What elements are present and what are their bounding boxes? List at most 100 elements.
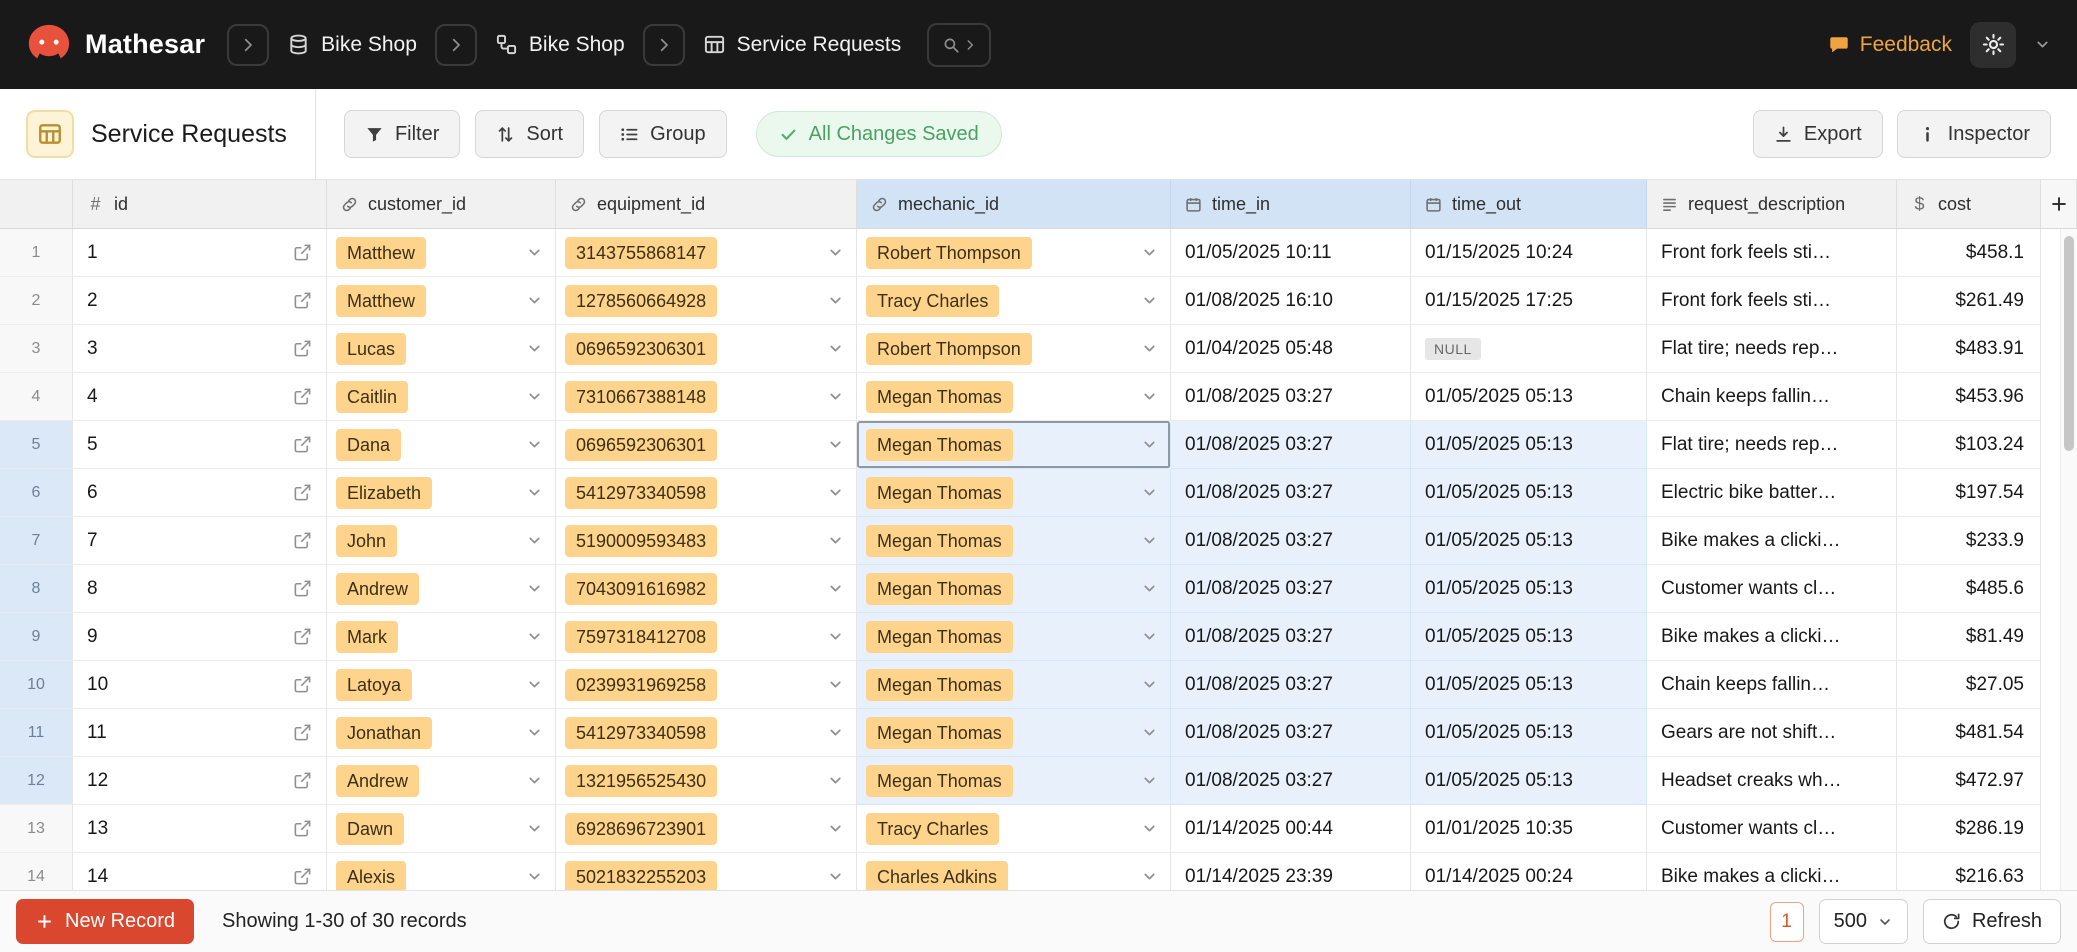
cell-cost[interactable]: $103.24 (1897, 421, 2041, 469)
cell-time_out[interactable]: 01/05/2025 05:13 (1411, 373, 1647, 421)
chevron-down-icon[interactable] (827, 436, 844, 453)
cell-cost[interactable]: $453.96 (1897, 373, 2041, 421)
column-header-equipment_id[interactable]: equipment_id (556, 180, 857, 228)
column-header-mechanic_id[interactable]: mechanic_id (857, 180, 1171, 228)
column-header-time_in[interactable]: time_in (1171, 180, 1411, 228)
chevron-down-icon[interactable] (1141, 340, 1158, 357)
chevron-down-icon[interactable] (827, 244, 844, 261)
chevron-down-icon[interactable] (1141, 388, 1158, 405)
cell-customer_id[interactable]: Lucas (327, 325, 556, 373)
cell-id[interactable]: 8 (73, 565, 327, 613)
inspector-button[interactable]: Inspector (1897, 110, 2051, 158)
cell-time_out[interactable]: 01/05/2025 05:13 (1411, 565, 1647, 613)
filter-button[interactable]: Filter (344, 110, 460, 158)
chevron-down-icon[interactable] (827, 772, 844, 789)
row-number[interactable]: 7 (0, 517, 73, 565)
cell-time_in[interactable]: 01/08/2025 03:27 (1171, 421, 1411, 469)
settings-caret-icon[interactable] (2034, 36, 2051, 53)
cell-mechanic_id[interactable]: Megan Thomas (857, 421, 1171, 469)
chevron-down-icon[interactable] (1141, 820, 1158, 837)
cell-request-description[interactable]: Customer wants cl… (1647, 805, 1897, 853)
export-button[interactable]: Export (1753, 110, 1883, 158)
cell-cost[interactable]: $485.6 (1897, 565, 2041, 613)
cell-time_out[interactable]: 01/05/2025 05:13 (1411, 421, 1647, 469)
cell-request-description[interactable]: Electric bike batter… (1647, 469, 1897, 517)
cell-request-description[interactable]: Headset creaks wh… (1647, 757, 1897, 805)
cell-equipment_id[interactable]: 5021832255203 (556, 853, 857, 890)
cell-equipment_id[interactable]: 5190009593483 (556, 517, 857, 565)
external-link-icon[interactable] (293, 723, 312, 742)
external-link-icon[interactable] (293, 579, 312, 598)
column-header-cost[interactable]: $cost (1897, 180, 2041, 228)
chevron-down-icon[interactable] (1141, 484, 1158, 501)
external-link-icon[interactable] (293, 387, 312, 406)
cell-mechanic_id[interactable]: Megan Thomas (857, 757, 1171, 805)
cell-customer_id[interactable]: Jonathan (327, 709, 556, 757)
chevron-down-icon[interactable] (1141, 868, 1158, 885)
chevron-down-icon[interactable] (1141, 580, 1158, 597)
cell-request-description[interactable]: Chain keeps fallin… (1647, 373, 1897, 421)
chevron-down-icon[interactable] (1141, 676, 1158, 693)
chevron-down-icon[interactable] (1141, 292, 1158, 309)
cell-time_out[interactable]: 01/14/2025 00:24 (1411, 853, 1647, 890)
row-number[interactable]: 12 (0, 757, 73, 805)
chevron-down-icon[interactable] (526, 772, 543, 789)
row-number[interactable]: 8 (0, 565, 73, 613)
cell-cost[interactable]: $261.49 (1897, 277, 2041, 325)
cell-time_out[interactable]: 01/05/2025 05:13 (1411, 517, 1647, 565)
cell-request-description[interactable]: Front fork feels sti… (1647, 277, 1897, 325)
chevron-down-icon[interactable] (827, 532, 844, 549)
cell-mechanic_id[interactable]: Megan Thomas (857, 469, 1171, 517)
row-number[interactable]: 4 (0, 373, 73, 421)
cell-id[interactable]: 7 (73, 517, 327, 565)
cell-time_in[interactable]: 01/08/2025 03:27 (1171, 373, 1411, 421)
cell-customer_id[interactable]: Latoya (327, 661, 556, 709)
cell-customer_id[interactable]: Elizabeth (327, 469, 556, 517)
cell-time_in[interactable]: 01/08/2025 03:27 (1171, 757, 1411, 805)
cell-id[interactable]: 12 (73, 757, 327, 805)
chevron-down-icon[interactable] (526, 388, 543, 405)
cell-customer_id[interactable]: Dawn (327, 805, 556, 853)
external-link-icon[interactable] (293, 483, 312, 502)
chevron-down-icon[interactable] (827, 820, 844, 837)
cell-mechanic_id[interactable]: Tracy Charles (857, 277, 1171, 325)
breadcrumb-selector-table[interactable] (643, 24, 685, 66)
chevron-down-icon[interactable] (827, 484, 844, 501)
chevron-down-icon[interactable] (1141, 244, 1158, 261)
cell-cost[interactable]: $483.91 (1897, 325, 2041, 373)
cell-cost[interactable]: $233.9 (1897, 517, 2041, 565)
search-button[interactable] (927, 23, 991, 67)
cell-time_in[interactable]: 01/14/2025 00:44 (1171, 805, 1411, 853)
cell-id[interactable]: 9 (73, 613, 327, 661)
chevron-down-icon[interactable] (1141, 532, 1158, 549)
chevron-down-icon[interactable] (1141, 436, 1158, 453)
chevron-down-icon[interactable] (827, 580, 844, 597)
chevron-down-icon[interactable] (1141, 724, 1158, 741)
cell-mechanic_id[interactable]: Megan Thomas (857, 709, 1171, 757)
breadcrumb-selector-schema[interactable] (435, 24, 477, 66)
cell-time_out[interactable]: 01/05/2025 05:13 (1411, 469, 1647, 517)
cell-request-description[interactable]: Bike makes a clicki… (1647, 613, 1897, 661)
chevron-down-icon[interactable] (827, 676, 844, 693)
cell-equipment_id[interactable]: 5412973340598 (556, 469, 857, 517)
cell-equipment_id[interactable]: 7597318412708 (556, 613, 857, 661)
row-number[interactable]: 11 (0, 709, 73, 757)
row-number[interactable]: 1 (0, 229, 73, 277)
column-header-id[interactable]: #id (73, 180, 327, 228)
vertical-scrollbar[interactable] (2060, 229, 2077, 890)
cell-time_out[interactable]: 01/05/2025 05:13 (1411, 613, 1647, 661)
chevron-down-icon[interactable] (526, 820, 543, 837)
cell-customer_id[interactable]: Mark (327, 613, 556, 661)
cell-customer_id[interactable]: Alexis (327, 853, 556, 890)
external-link-icon[interactable] (293, 243, 312, 262)
row-number[interactable]: 9 (0, 613, 73, 661)
cell-cost[interactable]: $27.05 (1897, 661, 2041, 709)
cell-time_in[interactable]: 01/08/2025 03:27 (1171, 661, 1411, 709)
cell-time_out[interactable]: 01/05/2025 05:13 (1411, 709, 1647, 757)
cell-time_in[interactable]: 01/08/2025 03:27 (1171, 565, 1411, 613)
external-link-icon[interactable] (293, 771, 312, 790)
row-number[interactable]: 10 (0, 661, 73, 709)
cell-id[interactable]: 6 (73, 469, 327, 517)
home-link[interactable]: Mathesar (26, 22, 205, 68)
chevron-down-icon[interactable] (827, 868, 844, 885)
